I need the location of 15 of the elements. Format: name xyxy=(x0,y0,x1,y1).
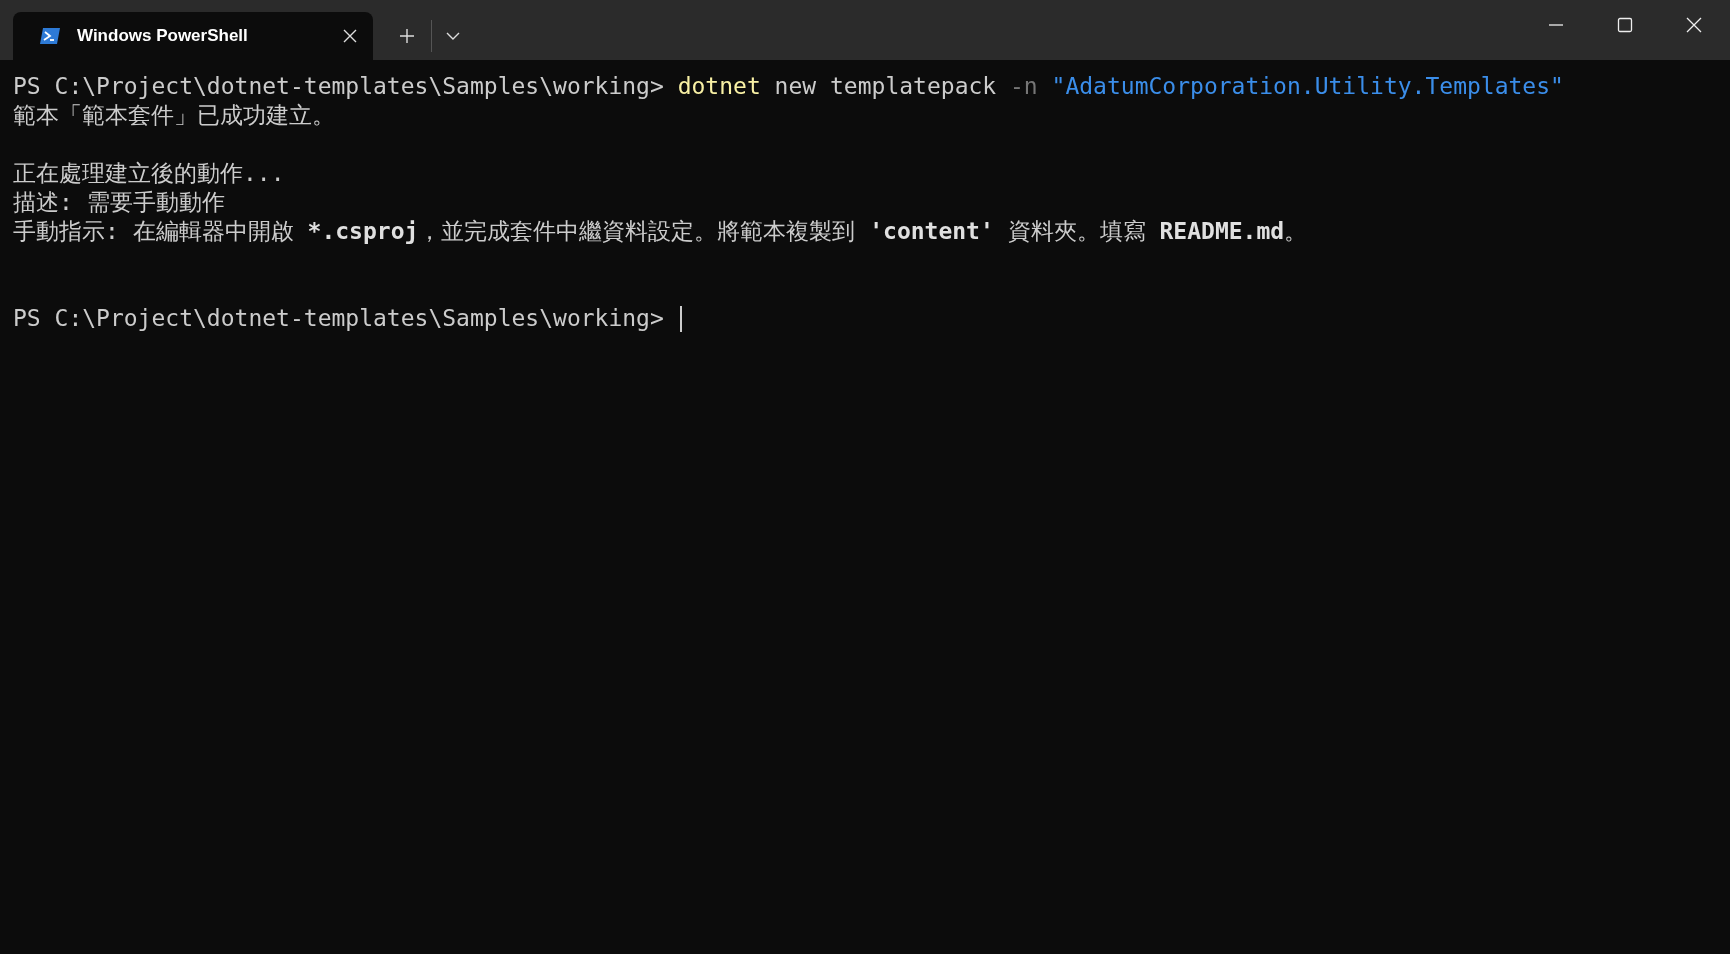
close-icon xyxy=(1685,17,1702,33)
output-line: 範本「範本套件」已成功建立。 xyxy=(13,101,335,130)
output-line: 手動指示: 在編輯器中開啟 *.csproj，並完成套件中繼資料設定。將範本複製到 'content' 資料夾。填寫 README.md。 xyxy=(13,217,1308,246)
minimize-icon xyxy=(1547,24,1564,26)
powershell-icon xyxy=(39,27,61,45)
command-line: PS C:\Project\dotnet-templates\Samples\working> dotnet new templatepack -n "AdatumCorporation.Utility.Templates" xyxy=(13,72,1564,101)
terminal-tab[interactable]: Windows PowerShell xyxy=(13,12,373,60)
close-icon[interactable] xyxy=(343,29,357,43)
tab-title: Windows PowerShell xyxy=(77,26,249,46)
dropdown-chevron-icon[interactable] xyxy=(446,32,460,41)
prompt-line: PS C:\Project\dotnet-templates\Samples\working> xyxy=(13,304,665,333)
output-line: 正在處理建立後的動作... xyxy=(13,159,285,188)
maximize-icon xyxy=(1616,17,1633,33)
output-line: 描述: 需要手動動作 xyxy=(13,188,225,217)
new-tab-plus-icon[interactable] xyxy=(399,28,415,44)
